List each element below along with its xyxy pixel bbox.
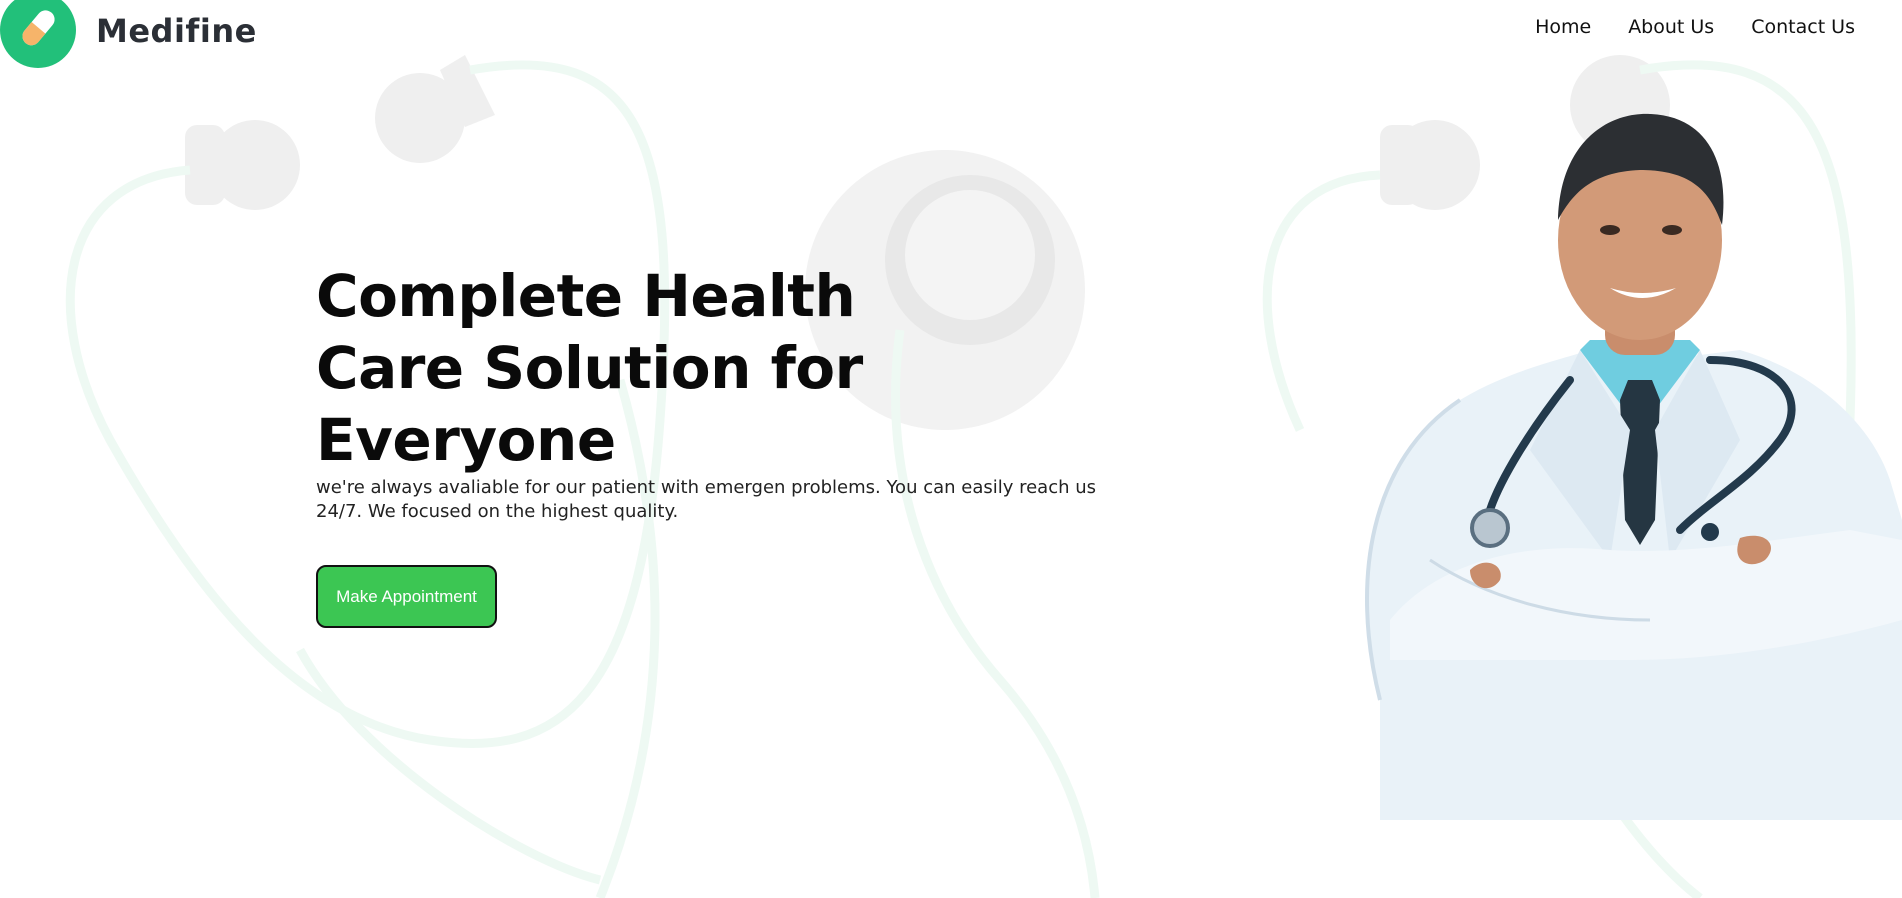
navbar: Medifine Home About Us Contact Us [0,0,1902,70]
hero-title: Complete Health Care Solution for Everyo… [316,262,863,474]
doctor-photo [1365,113,1902,820]
nav-contact-us[interactable]: Contact Us [1751,16,1855,38]
brand-name: Medifine [96,12,257,50]
brand-logo-link[interactable]: Medifine [0,0,257,68]
nav-about-us[interactable]: About Us [1628,16,1714,38]
pill-icon [0,0,76,68]
nav-home[interactable]: Home [1535,16,1591,38]
main-nav: Home About Us Contact Us [1535,16,1855,38]
make-appointment-button[interactable]: Make Appointment [316,565,497,628]
hero-description: we're always avaliable for our patient w… [316,477,1097,522]
